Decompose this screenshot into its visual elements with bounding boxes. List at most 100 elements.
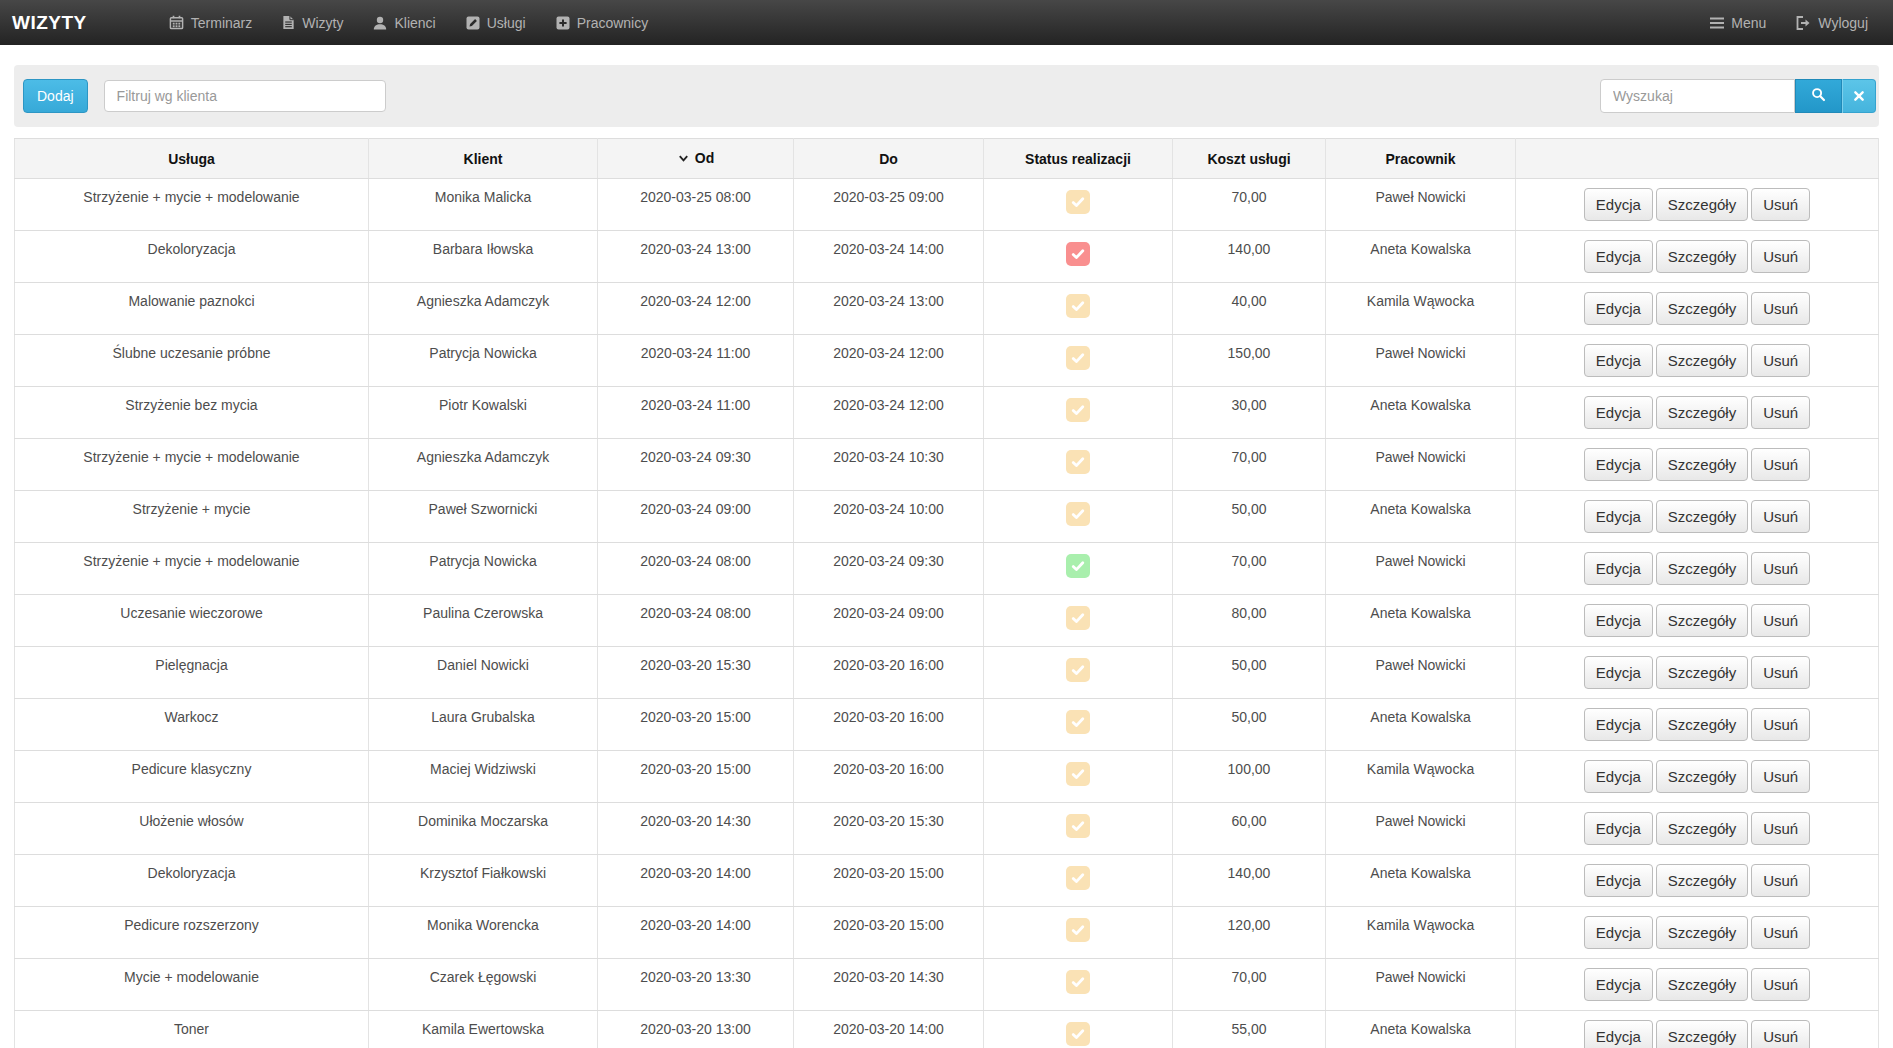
delete-button[interactable]: Usuń [1751, 448, 1810, 481]
nav-item-menu[interactable]: Menu [1695, 0, 1781, 45]
column-header-koszt[interactable]: Koszt usługi [1173, 139, 1326, 179]
details-button[interactable]: Szczegóły [1656, 656, 1748, 689]
delete-button[interactable]: Usuń [1751, 344, 1810, 377]
edit-button[interactable]: Edycja [1584, 656, 1653, 689]
delete-button[interactable]: Usuń [1751, 760, 1810, 793]
nav-item-klienci[interactable]: Klienci [358, 0, 450, 45]
delete-button[interactable]: Usuń [1751, 1020, 1810, 1048]
column-header-pracownik[interactable]: Pracownik [1326, 139, 1516, 179]
edit-button[interactable]: Edycja [1584, 188, 1653, 221]
actions-cell: Edycja Szczegóły Usuń [1516, 179, 1879, 231]
details-button[interactable]: Szczegóły [1656, 916, 1748, 949]
status-checkbox[interactable] [1066, 554, 1090, 578]
employee-cell: Aneta Kowalska [1326, 1011, 1516, 1048]
status-checkbox[interactable] [1066, 710, 1090, 734]
column-header-do[interactable]: Do [794, 139, 984, 179]
add-button[interactable]: Dodaj [23, 79, 88, 113]
status-checkbox[interactable] [1066, 866, 1090, 890]
nav-item-uslugi[interactable]: Usługi [451, 0, 541, 45]
column-header-usluga[interactable]: Usługa [15, 139, 369, 179]
status-checkbox[interactable] [1066, 502, 1090, 526]
client-cell: Laura Grubalska [369, 699, 598, 751]
edit-button[interactable]: Edycja [1584, 500, 1653, 533]
status-checkbox[interactable] [1066, 242, 1090, 266]
clear-search-button[interactable] [1842, 79, 1876, 113]
client-cell: Agnieszka Adamczyk [369, 283, 598, 335]
search-input[interactable] [1600, 79, 1795, 113]
delete-button[interactable]: Usuń [1751, 916, 1810, 949]
edit-button[interactable]: Edycja [1584, 552, 1653, 585]
status-checkbox[interactable] [1066, 190, 1090, 214]
edit-button[interactable]: Edycja [1584, 604, 1653, 637]
status-checkbox[interactable] [1066, 346, 1090, 370]
table-row: Dekoloryzacja Krzysztof Fiałkowski 2020-… [15, 855, 1879, 907]
edit-button[interactable]: Edycja [1584, 864, 1653, 897]
edit-button[interactable]: Edycja [1584, 760, 1653, 793]
delete-button[interactable]: Usuń [1751, 968, 1810, 1001]
status-checkbox[interactable] [1066, 658, 1090, 682]
details-button[interactable]: Szczegóły [1656, 240, 1748, 273]
details-button[interactable]: Szczegóły [1656, 604, 1748, 637]
delete-button[interactable]: Usuń [1751, 708, 1810, 741]
details-button[interactable]: Szczegóły [1656, 760, 1748, 793]
delete-button[interactable]: Usuń [1751, 292, 1810, 325]
edit-button[interactable]: Edycja [1584, 292, 1653, 325]
details-button[interactable]: Szczegóły [1656, 292, 1748, 325]
delete-button[interactable]: Usuń [1751, 396, 1810, 429]
delete-button[interactable]: Usuń [1751, 656, 1810, 689]
details-button[interactable]: Szczegóły [1656, 552, 1748, 585]
edit-button[interactable]: Edycja [1584, 708, 1653, 741]
delete-button[interactable]: Usuń [1751, 812, 1810, 845]
details-button[interactable]: Szczegóły [1656, 968, 1748, 1001]
status-checkbox[interactable] [1066, 814, 1090, 838]
start-cell: 2020-03-20 14:00 [598, 907, 794, 959]
nav-item-terminarz[interactable]: Terminarz [154, 0, 267, 45]
details-button[interactable]: Szczegóły [1656, 708, 1748, 741]
status-checkbox[interactable] [1066, 970, 1090, 994]
edit-button[interactable]: Edycja [1584, 916, 1653, 949]
details-button[interactable]: Szczegóły [1656, 812, 1748, 845]
details-button[interactable]: Szczegóły [1656, 396, 1748, 429]
details-button[interactable]: Szczegóły [1656, 500, 1748, 533]
status-checkbox[interactable] [1066, 1022, 1090, 1046]
edit-button[interactable]: Edycja [1584, 448, 1653, 481]
check-icon [1070, 766, 1086, 782]
nav-item-label: Wyloguj [1818, 15, 1868, 31]
delete-button[interactable]: Usuń [1751, 240, 1810, 273]
table-row: Mycie + modelowanie Czarek Łęgowski 2020… [15, 959, 1879, 1011]
delete-button[interactable]: Usuń [1751, 864, 1810, 897]
nav-item-pracownicy[interactable]: Pracownicy [541, 0, 664, 45]
status-checkbox[interactable] [1066, 450, 1090, 474]
status-checkbox[interactable] [1066, 294, 1090, 318]
cost-cell: 70,00 [1173, 439, 1326, 491]
status-checkbox[interactable] [1066, 762, 1090, 786]
edit-button[interactable]: Edycja [1584, 968, 1653, 1001]
start-cell: 2020-03-24 12:00 [598, 283, 794, 335]
edit-button[interactable]: Edycja [1584, 240, 1653, 273]
details-button[interactable]: Szczegóły [1656, 864, 1748, 897]
delete-button[interactable]: Usuń [1751, 604, 1810, 637]
details-button[interactable]: Szczegóły [1656, 344, 1748, 377]
details-button[interactable]: Szczegóły [1656, 1020, 1748, 1048]
column-header-od[interactable]: Od [598, 139, 794, 179]
search-button[interactable] [1795, 79, 1842, 113]
nav-item-wizyty[interactable]: Wizyty [267, 0, 358, 45]
edit-button[interactable]: Edycja [1584, 344, 1653, 377]
column-header-status[interactable]: Status realizacji [984, 139, 1173, 179]
status-checkbox[interactable] [1066, 918, 1090, 942]
client-filter-input[interactable] [104, 80, 386, 112]
status-checkbox[interactable] [1066, 398, 1090, 422]
brand[interactable]: WIZYTY [0, 0, 99, 45]
nav-item-wyloguj[interactable]: Wyloguj [1781, 0, 1883, 45]
end-cell: 2020-03-20 15:30 [794, 803, 984, 855]
details-button[interactable]: Szczegóły [1656, 188, 1748, 221]
delete-button[interactable]: Usuń [1751, 500, 1810, 533]
delete-button[interactable]: Usuń [1751, 188, 1810, 221]
status-checkbox[interactable] [1066, 606, 1090, 630]
edit-button[interactable]: Edycja [1584, 812, 1653, 845]
column-header-klient[interactable]: Klient [369, 139, 598, 179]
details-button[interactable]: Szczegóły [1656, 448, 1748, 481]
delete-button[interactable]: Usuń [1751, 552, 1810, 585]
edit-button[interactable]: Edycja [1584, 396, 1653, 429]
edit-button[interactable]: Edycja [1584, 1020, 1653, 1048]
